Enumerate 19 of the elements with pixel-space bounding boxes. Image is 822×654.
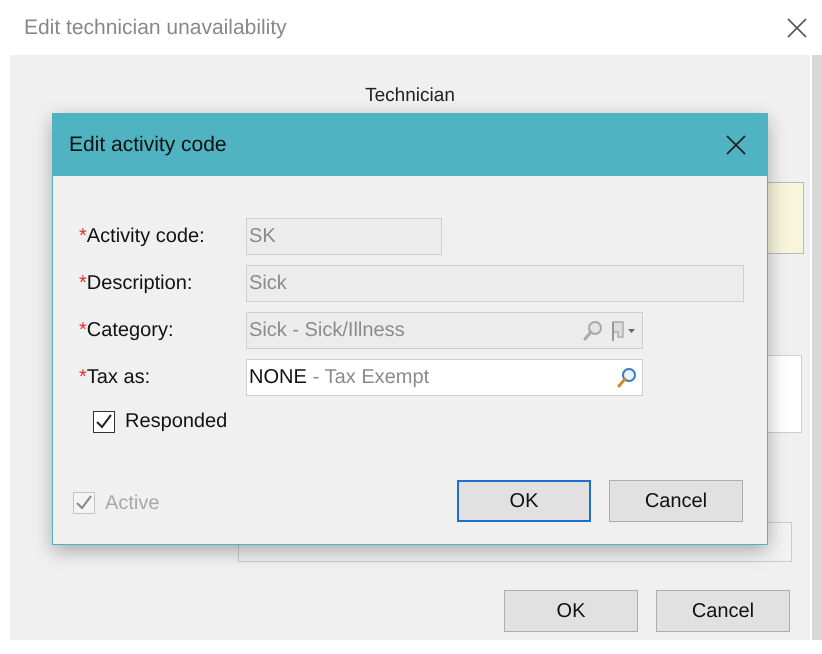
section-heading: Technician [365,85,455,106]
field-label: *Activity code: [79,225,206,248]
lookup-field[interactable]: NONE - Tax Exempt [246,359,643,396]
checkbox-label: Active [105,492,160,514]
flag-dropdown-icon[interactable] [610,318,638,342]
search-icon[interactable] [616,366,638,388]
dialog-title: Edit activity code [69,133,227,157]
field-label: *Tax as: [79,366,152,389]
field-label: *Description: [79,272,194,295]
checkbox-label: Responded [125,410,228,433]
checkbox[interactable] [93,410,115,432]
field-label: *Category: [79,319,175,342]
cancel-button[interactable]: Cancel [609,480,743,522]
ok-button[interactable]: OK [457,480,591,522]
window-title: Edit technician unavailability [24,16,287,40]
close-icon[interactable] [786,16,808,38]
cancel-button[interactable]: Cancel [656,590,790,632]
ok-button[interactable]: OK [504,590,638,632]
close-icon[interactable] [725,134,747,156]
